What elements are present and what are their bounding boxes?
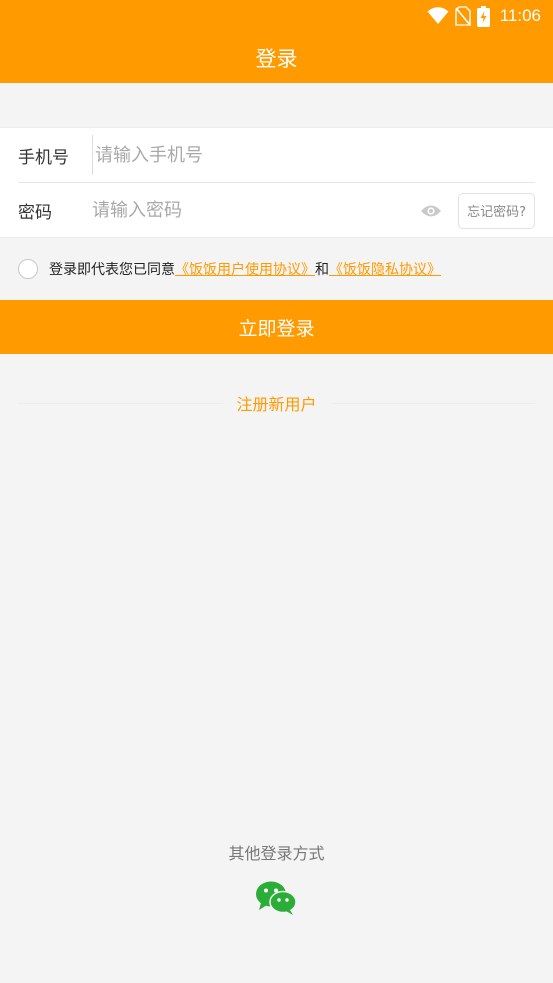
password-row: 密码 忘记密码? [18, 183, 535, 238]
register-link[interactable]: 注册新用户 [223, 391, 331, 415]
phone-input[interactable] [92, 135, 535, 175]
agreement-conjunction: 和 [315, 262, 329, 278]
wechat-icon [256, 881, 297, 915]
divider-right [330, 402, 536, 404]
eye-icon[interactable] [418, 198, 444, 224]
password-input[interactable] [92, 190, 419, 231]
agreement-row: 登录即代表您已同意 《饭饭用户使用协议》 和 《饭饭隐私协议》 [18, 257, 441, 281]
agree-checkbox[interactable] [18, 259, 38, 279]
login-button[interactable]: 立即登录 [0, 300, 553, 354]
password-label: 密码 [18, 203, 52, 223]
phone-row: 手机号 [18, 128, 535, 183]
register-row: 注册新用户 [18, 391, 536, 415]
agreement-prefix: 登录即代表您已同意 [49, 262, 175, 278]
wechat-login-button[interactable] [255, 880, 297, 916]
no-sim-icon [454, 6, 471, 26]
page-title: 登录 [255, 46, 298, 71]
status-time: 11:06 [499, 6, 541, 25]
forgot-password-button[interactable]: 忘记密码? [458, 192, 535, 229]
divider-left [18, 402, 223, 404]
privacy-agreement-link[interactable]: 《饭饭隐私协议》 [329, 259, 441, 279]
status-bar: 11:06 [0, 0, 553, 32]
app-bar: 登录 [0, 32, 553, 83]
other-login-label: 其他登录方式 [228, 844, 325, 863]
wifi-icon [427, 7, 449, 24]
user-agreement-link[interactable]: 《饭饭用户使用协议》 [175, 259, 315, 279]
battery-charging-icon [476, 5, 490, 27]
login-form: 手机号 密码 忘记密码? [0, 127, 553, 238]
phone-label: 手机号 [18, 147, 69, 168]
